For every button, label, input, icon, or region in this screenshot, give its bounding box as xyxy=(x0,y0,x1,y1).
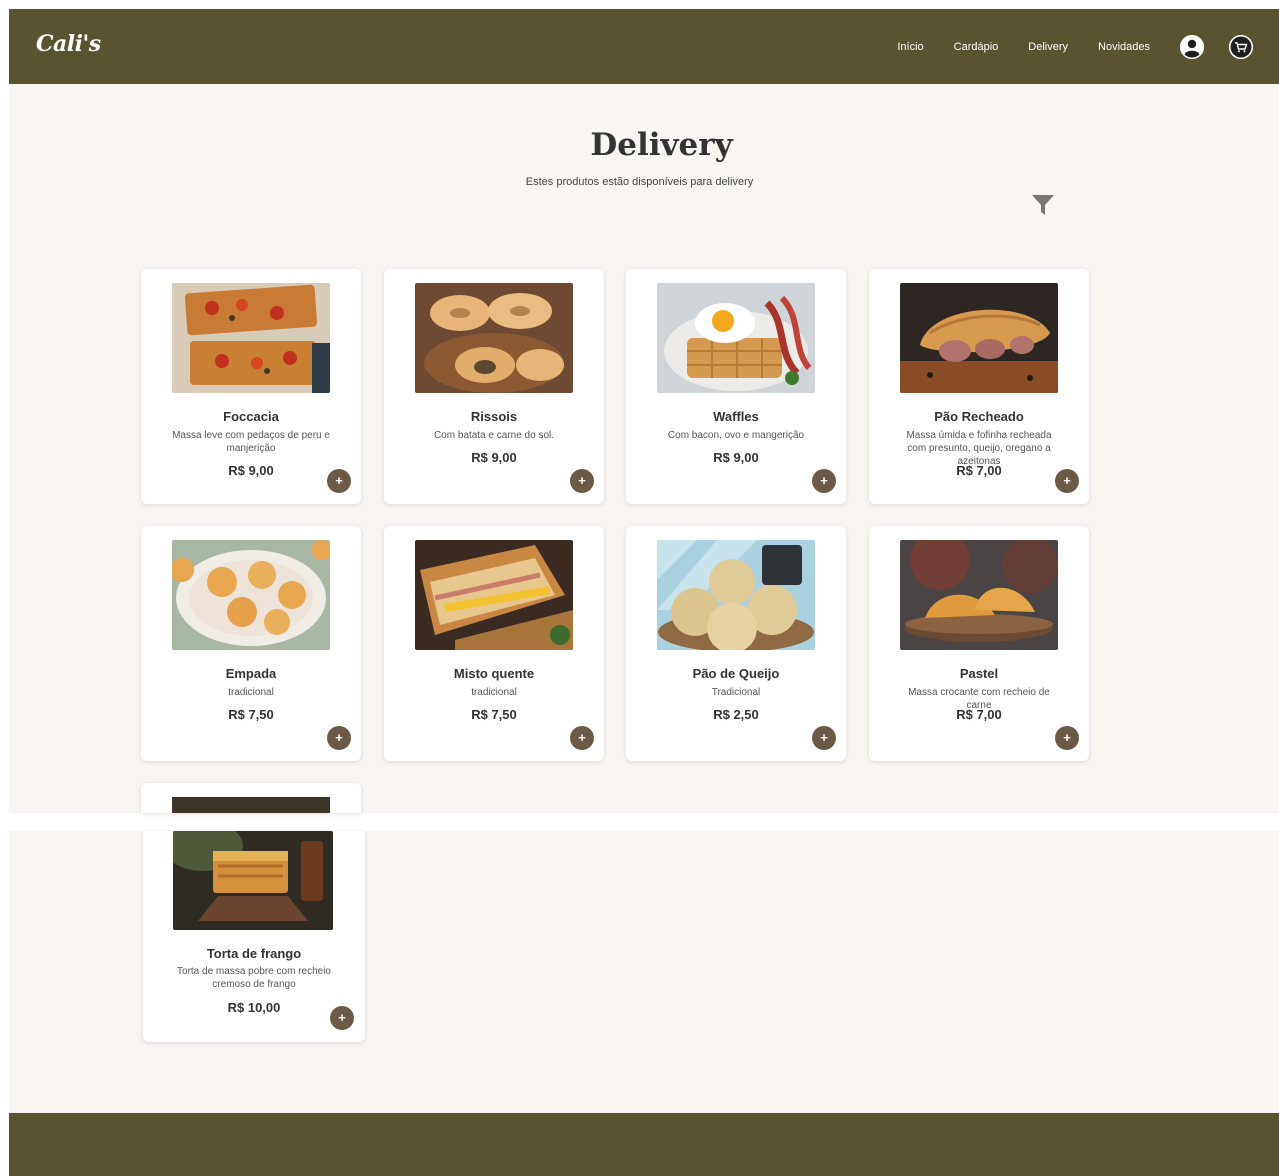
rissois-image xyxy=(415,283,573,393)
product-card-fragment xyxy=(141,783,361,813)
product-description: Com bacon, ovo e mangerição xyxy=(667,430,805,441)
add-to-cart-button[interactable]: + xyxy=(330,1006,354,1030)
product-name: Pão de Queijo xyxy=(692,666,780,681)
section-divider xyxy=(9,813,1279,831)
product-price: R$ 7,50 xyxy=(228,707,274,722)
product-description: tradicional xyxy=(228,687,274,698)
filter-icon[interactable] xyxy=(1031,193,1055,217)
product-name: Pastel xyxy=(959,666,999,681)
product-price: R$ 2,50 xyxy=(713,707,759,722)
product-price: R$ 9,00 xyxy=(713,450,759,465)
page-title: Delivery xyxy=(590,127,733,163)
nav-link-inicio[interactable]: Início xyxy=(897,41,923,53)
product-name: Waffles xyxy=(713,409,759,424)
add-to-cart-button[interactable]: + xyxy=(327,469,351,493)
product-description: Massa leve com pedaços de peru e manjeri… xyxy=(172,430,330,454)
product-price: R$ 7,00 xyxy=(956,707,1002,722)
nav-link-novidades[interactable]: Novidades xyxy=(1098,41,1150,53)
pao-recheado-image xyxy=(900,283,1058,393)
user-icon[interactable] xyxy=(1180,34,1204,59)
nav-links: Início Cardápio Delivery Novidades xyxy=(897,9,1279,84)
add-to-cart-button[interactable]: + xyxy=(812,726,836,750)
nav-link-delivery[interactable]: Delivery xyxy=(1028,41,1068,53)
foccacia-image xyxy=(172,283,330,393)
product-name: Misto quente xyxy=(453,666,535,681)
product-card-waffles[interactable]: Waffles Com bacon, ovo e mangerição R$ 9… xyxy=(626,269,846,504)
torta-image-top xyxy=(172,797,330,813)
product-card-pastel[interactable]: Pastel Massa crocante com recheio de car… xyxy=(869,526,1089,761)
product-price: R$ 7,50 xyxy=(471,707,517,722)
cart-icon[interactable] xyxy=(1229,34,1253,59)
add-to-cart-button[interactable]: + xyxy=(570,726,594,750)
product-card-foccacia[interactable]: Foccacia Massa leve com pedaços de peru … xyxy=(141,269,361,504)
product-name: Foccacia xyxy=(223,409,279,424)
product-card-misto-quente[interactable]: Misto quente tradicional R$ 7,50 + xyxy=(384,526,604,761)
logo[interactable]: Cali's xyxy=(36,31,101,57)
product-description: Tradicional xyxy=(711,687,761,698)
add-to-cart-button[interactable]: + xyxy=(1055,469,1079,493)
waffles-image xyxy=(657,283,815,393)
product-card-pao-recheado[interactable]: Pão Recheado Massa úmida e fofinha reche… xyxy=(869,269,1089,504)
product-description: Com batata e carne do sol. xyxy=(433,430,555,441)
empada-image xyxy=(172,540,330,650)
nav-link-cardapio[interactable]: Cardápio xyxy=(954,41,999,53)
page-subtitle: Estes produtos estão disponíveis para de… xyxy=(525,176,754,188)
pastel-image xyxy=(900,540,1058,650)
product-card-rissois[interactable]: Rissois Com batata e carne do sol. R$ 9,… xyxy=(384,269,604,504)
torta-de-frango-image xyxy=(173,831,333,930)
product-card-torta-de-frango[interactable]: Torta de frango Torta de massa pobre com… xyxy=(143,831,365,1042)
pao-de-queijo-image xyxy=(657,540,815,650)
add-to-cart-button[interactable]: + xyxy=(812,469,836,493)
add-to-cart-button[interactable]: + xyxy=(1055,726,1079,750)
misto-quente-image xyxy=(415,540,573,650)
product-name: Torta de frango xyxy=(206,946,302,961)
product-description: tradicional xyxy=(471,687,517,698)
product-card-pao-de-queijo[interactable]: Pão de Queijo Tradicional R$ 2,50 + xyxy=(626,526,846,761)
product-description: Torta de massa pobre com recheio cremoso… xyxy=(177,966,331,990)
footer xyxy=(9,1113,1279,1176)
product-price: R$ 9,00 xyxy=(471,450,517,465)
product-name: Rissois xyxy=(470,409,518,424)
add-to-cart-button[interactable]: + xyxy=(327,726,351,750)
navbar: Cali's Início Cardápio Delivery Novidade… xyxy=(9,9,1279,84)
product-name: Empada xyxy=(225,666,277,681)
product-card-empada[interactable]: Empada tradicional R$ 7,50 + xyxy=(141,526,361,761)
product-name: Pão Recheado xyxy=(934,409,1024,424)
add-to-cart-button[interactable]: + xyxy=(570,469,594,493)
